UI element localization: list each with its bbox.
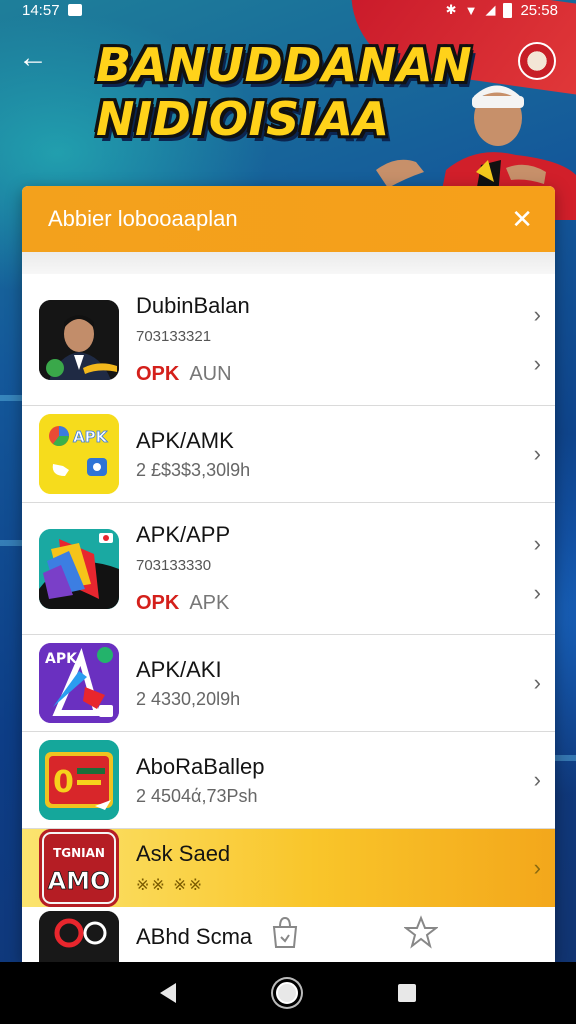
app-tag-gray: AUN	[189, 363, 232, 385]
channel-badge-icon[interactable]	[518, 42, 556, 80]
app-name: APK/AMK	[136, 427, 234, 453]
close-button[interactable]: ✕	[511, 206, 533, 232]
bluetooth-icon: ✱	[445, 2, 457, 17]
svg-text:0: 0	[53, 765, 74, 800]
panel-header: Abbier lobooaaplan ✕	[22, 186, 555, 252]
nav-recents-icon[interactable]	[398, 984, 416, 1002]
panel-title: Abbier lobooaaplan	[48, 206, 238, 231]
app-info: DubinBalan 703133321 OPK AUN	[136, 293, 250, 386]
banner-title: BANUDDANAN NIDIOISIAA	[96, 38, 472, 146]
app-icon: APK	[39, 414, 119, 494]
nav-home-icon[interactable]	[276, 982, 298, 1004]
app-list-panel: Abbier lobooaaplan ✕ DubinBalan 70313332…	[22, 186, 555, 962]
panel-divider	[22, 252, 555, 274]
status-time: 14:57	[22, 1, 60, 19]
star-icon[interactable]	[403, 915, 439, 956]
app-icon-text: APK	[45, 651, 78, 667]
wifi-icon: ▼	[464, 2, 478, 18]
app-meta: 2 £$3$3,30l9h	[136, 459, 251, 480]
app-icon	[39, 911, 119, 962]
app-list: DubinBalan 703133321 OPK AUN › › APK APK…	[22, 274, 555, 962]
system-nav-bar	[0, 962, 576, 1024]
app-icon-text: TGNIAN	[53, 846, 105, 860]
chevron-right-icon[interactable]: ›	[534, 302, 541, 328]
signal-icon: ◢	[485, 2, 496, 17]
chevron-right-icon[interactable]: ›	[534, 670, 541, 696]
app-name: APK/AKI	[136, 656, 222, 682]
banner-line-2: NIDIOISIAA	[96, 92, 390, 146]
app-subtitle: 703133321	[136, 328, 212, 345]
app-info: APK/AKI 2 4330,20l9h	[136, 657, 240, 710]
list-item[interactable]: 0 AboRaBallep 2 4504ά,73Psh ›	[22, 732, 555, 829]
nav-back-icon[interactable]	[160, 983, 176, 1003]
app-tag-gray: APK	[189, 592, 230, 614]
chevron-right-icon[interactable]: ›	[534, 580, 541, 606]
shopping-bag-icon[interactable]	[270, 915, 300, 956]
app-info: AboRaBallep 2 4504ά,73Psh	[136, 754, 264, 807]
svg-text:APK: APK	[73, 428, 109, 446]
list-item[interactable]: APK APK/AKI 2 4330,20l9h ›	[22, 635, 555, 732]
app-info: APK/AMK 2 £$3$3,30l9h	[136, 428, 250, 481]
status-bar: 14:57 ✱ ▼ ◢ 25:58	[0, 0, 576, 20]
app-meta: ※※ ※※	[136, 877, 205, 894]
app-meta: 2 4504ά,73Psh	[136, 785, 258, 806]
notification-icon	[67, 4, 82, 16]
list-item[interactable]: DubinBalan 703133321 OPK AUN › ›	[22, 274, 555, 406]
app-name: ABhd Scma	[136, 924, 253, 949]
app-name: DubinBalan	[136, 293, 250, 318]
app-icon-text: AMO	[48, 867, 111, 895]
list-item[interactable]: ABhd Scma	[22, 907, 555, 962]
app-info: APK/APP 703133330 OPK APK	[136, 522, 230, 615]
app-tag-red: OPK	[136, 592, 180, 614]
list-item-highlighted[interactable]: TGNIAN AMO Ask Saed ※※ ※※ ›	[22, 829, 555, 907]
back-button[interactable]: ←	[18, 38, 58, 78]
chevron-right-icon[interactable]: ›	[534, 855, 541, 881]
app-icon: APK	[39, 643, 119, 723]
battery-icon	[503, 2, 513, 18]
app-tag: OPK APK	[136, 592, 230, 615]
app-icon: TGNIAN AMO	[39, 829, 119, 907]
list-item[interactable]: APK APK/AMK 2 £$3$3,30l9h ›	[22, 406, 555, 503]
app-subtitle: 703133330	[136, 557, 212, 574]
app-meta: 2 4330,20l9h	[136, 688, 241, 709]
app-name: APK/APP	[136, 522, 231, 547]
app-info: Ask Saed ※※ ※※	[136, 841, 230, 895]
app-icon: 0	[39, 740, 119, 820]
app-tag-red: OPK	[136, 363, 180, 385]
banner-line-1: BANUDDANAN	[96, 38, 473, 92]
chevron-right-icon[interactable]: ›	[534, 351, 541, 377]
app-name: AboRaBallep	[136, 753, 265, 779]
chevron-right-icon[interactable]: ›	[534, 531, 541, 557]
app-icon	[39, 299, 119, 380]
list-item[interactable]: APK/APP 703133330 OPK APK › ›	[22, 503, 555, 635]
chevron-right-icon[interactable]: ›	[534, 767, 541, 793]
app-name: Ask Saed	[136, 841, 231, 866]
status-right-text: 25:58	[520, 1, 558, 19]
app-icon	[39, 528, 119, 609]
app-tag: OPK AUN	[136, 363, 250, 386]
chevron-right-icon[interactable]: ›	[534, 441, 541, 467]
